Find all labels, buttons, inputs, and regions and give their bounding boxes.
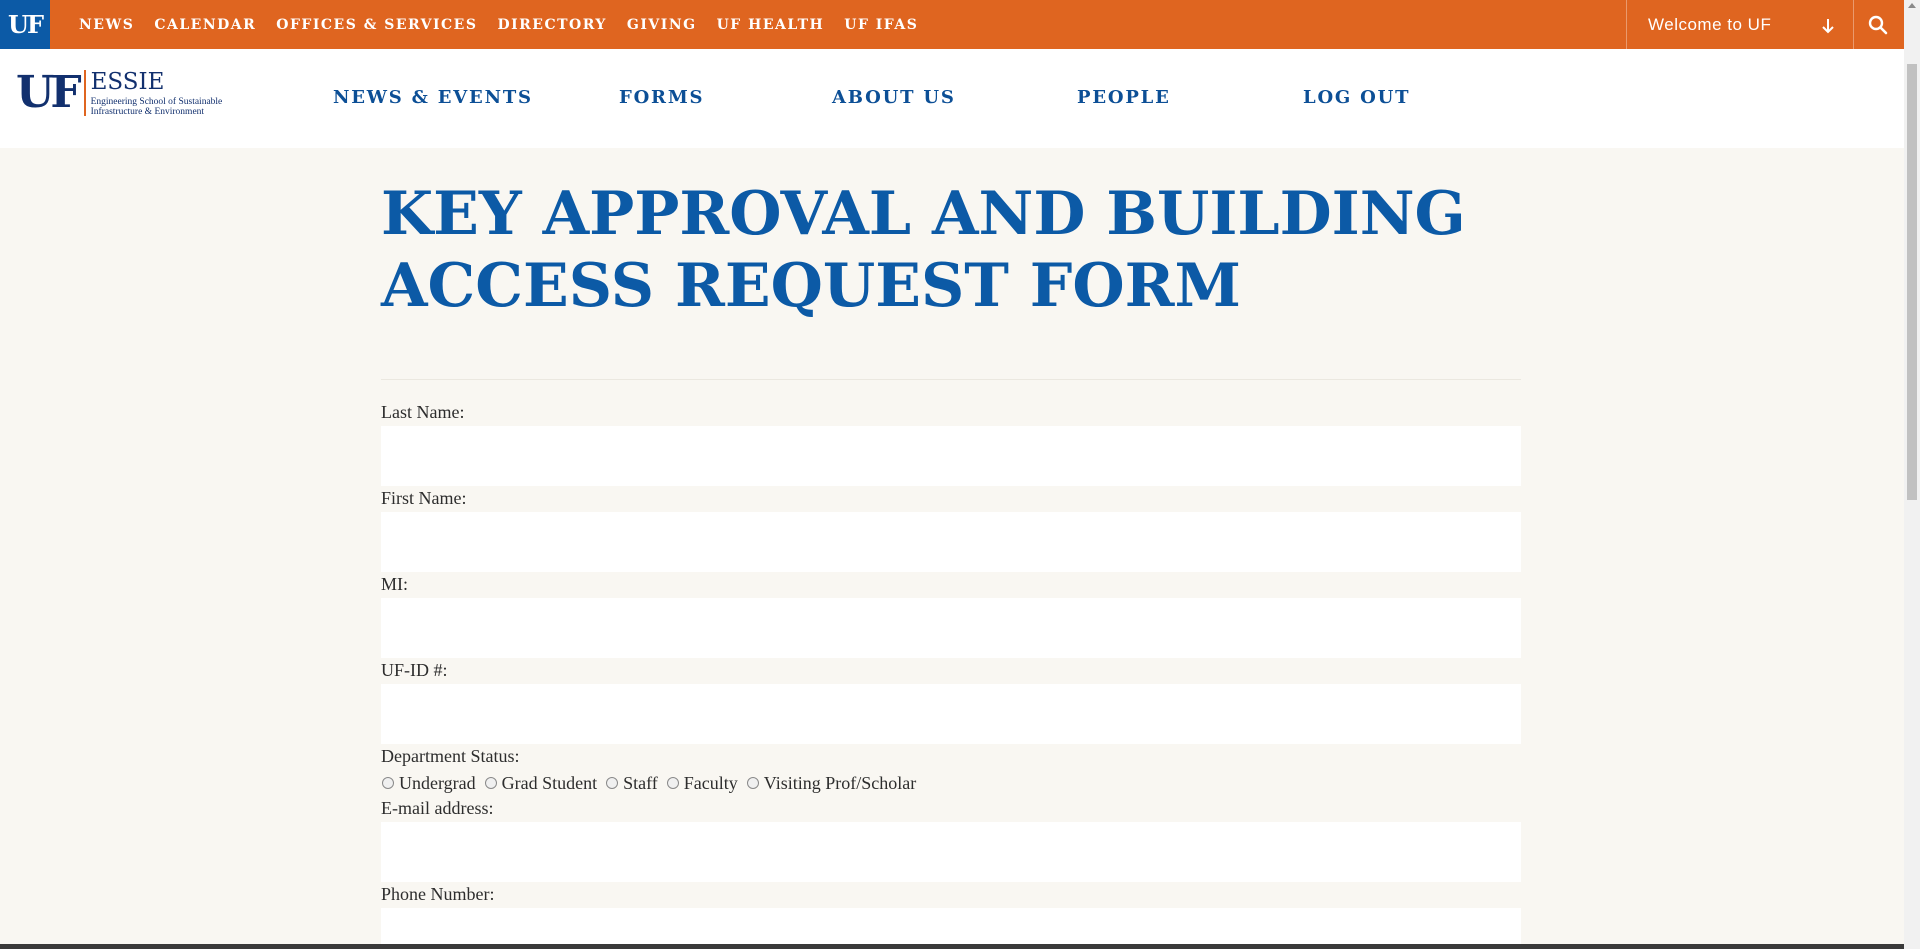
radio-option-undergrad[interactable]: Undergrad	[381, 773, 476, 794]
nav-news-events[interactable]: NEWS & EVENTS	[333, 87, 533, 108]
top-nav-offices-services[interactable]: OFFICES & SERVICES	[276, 17, 477, 33]
page-title-line1: KEY APPROVAL AND BUILDING	[381, 179, 1466, 249]
uf-home-badge[interactable]: UF	[0, 0, 50, 49]
radio-label: Staff	[623, 772, 658, 793]
uf-top-nav: NEWS CALENDAR OFFICES & SERVICES DIRECTO…	[79, 0, 938, 49]
phone-label: Phone Number:	[381, 884, 495, 904]
mi-label: MI:	[381, 574, 408, 594]
radio-option-faculty[interactable]: Faculty	[666, 773, 738, 794]
radio-button[interactable]	[484, 777, 497, 789]
department-status-label: Department Status:	[381, 746, 520, 766]
top-nav-giving[interactable]: GIVING	[627, 17, 697, 33]
radio-button[interactable]	[382, 777, 394, 789]
last-name-input[interactable]	[381, 426, 1521, 486]
scroll-up-arrow-icon[interactable]	[1908, 3, 1916, 8]
email-input[interactable]	[381, 822, 1521, 882]
title-divider	[381, 379, 1521, 380]
ufid-input[interactable]	[381, 684, 1521, 744]
top-nav-uf-health[interactable]: UF HEALTH	[717, 17, 825, 33]
ufid-label: UF-ID #:	[381, 660, 448, 680]
page-title: KEY APPROVAL AND BUILDING ACCESS REQUEST…	[381, 178, 1521, 322]
top-nav-calendar[interactable]: CALENDAR	[154, 17, 256, 33]
nav-log-out[interactable]: LOG OUT	[1303, 87, 1410, 108]
nav-people[interactable]: PEOPLE	[1077, 87, 1171, 108]
welcome-dropdown[interactable]: Welcome to UF	[1626, 0, 1854, 49]
radio-label: Undergrad	[399, 772, 476, 793]
arrow-down-icon	[1822, 19, 1834, 34]
last-name-label: Last Name:	[381, 402, 465, 422]
uf-top-bar: UF NEWS CALENDAR OFFICES & SERVICES DIRE…	[0, 0, 1904, 49]
nav-forms[interactable]: FORMS	[619, 87, 704, 108]
welcome-label: Welcome to UF	[1648, 14, 1772, 34]
email-label: E-mail address:	[381, 798, 494, 818]
main-nav: NEWS & EVENTS FORMS ABOUT US PEOPLE LOG …	[0, 49, 1904, 148]
radio-label: Visiting Prof/Scholar	[763, 772, 917, 793]
phone-input[interactable]	[381, 908, 1521, 944]
site-header: UF ESSIE Engineering School of Sustainab…	[0, 49, 1904, 148]
department-status-radio-group: Undergrad Grad Student Staff Faculty Vis…	[381, 772, 924, 794]
window-bottom-edge	[0, 944, 1904, 949]
radio-button[interactable]	[606, 777, 619, 789]
nav-about-us[interactable]: ABOUT US	[832, 87, 956, 108]
first-name-input[interactable]	[381, 512, 1521, 572]
radio-button[interactable]	[746, 777, 759, 789]
top-nav-uf-ifas[interactable]: UF IFAS	[844, 17, 918, 33]
radio-option-staff[interactable]: Staff	[605, 773, 658, 794]
scrollbar-thumb[interactable]	[1907, 64, 1917, 500]
radio-label: Faculty	[683, 772, 738, 793]
top-nav-news[interactable]: NEWS	[79, 17, 134, 33]
search-icon	[1868, 15, 1888, 34]
first-name-label: First Name:	[381, 488, 467, 508]
top-nav-directory[interactable]: DIRECTORY	[497, 17, 606, 33]
radio-option-grad-student[interactable]: Grad Student	[484, 773, 597, 794]
search-button[interactable]	[1852, 0, 1904, 49]
radio-option-visiting-prof-scholar[interactable]: Visiting Prof/Scholar	[746, 773, 916, 794]
page-scrollbar[interactable]	[1904, 0, 1920, 949]
radio-label: Grad Student	[501, 772, 598, 793]
radio-button[interactable]	[666, 777, 679, 789]
mi-input[interactable]	[381, 598, 1521, 658]
page-title-line2: ACCESS REQUEST FORM	[381, 251, 1241, 321]
